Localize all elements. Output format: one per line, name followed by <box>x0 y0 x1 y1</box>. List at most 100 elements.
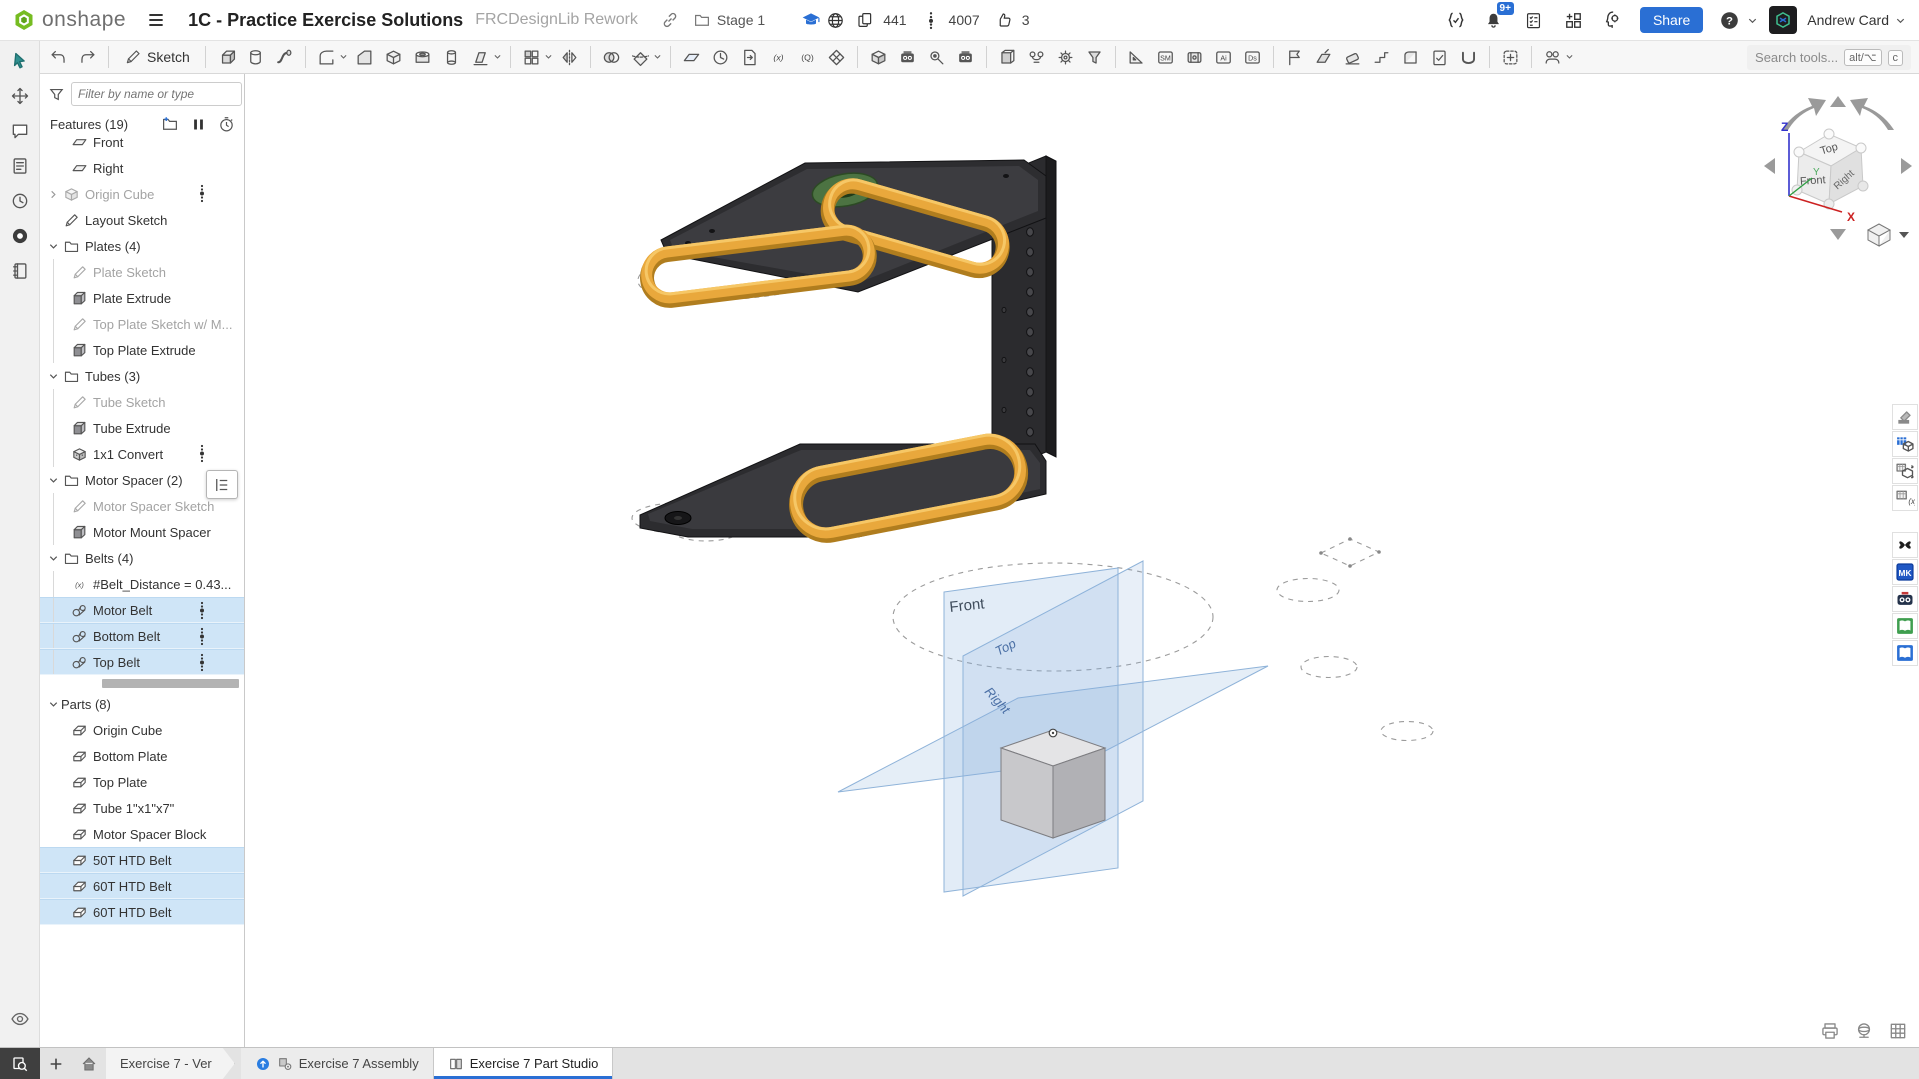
toolbar-measure-caret[interactable] <box>1565 48 1575 66</box>
app-butterfly-icon[interactable] <box>1892 532 1918 558</box>
toolbar-ai-advisor-button[interactable]: Ai <box>1210 44 1237 71</box>
tree-row[interactable]: 60T HTD Belt <box>40 873 244 899</box>
toolbar-draft-button[interactable] <box>467 44 494 71</box>
toolbar-thread-button[interactable] <box>438 44 465 71</box>
rollback-handle[interactable] <box>206 470 238 499</box>
app-library-blue-icon[interactable] <box>1892 640 1918 666</box>
tree-row[interactable]: Layout Sketch <box>40 207 244 233</box>
tree-row[interactable]: Top Belt <box>40 649 244 675</box>
thumbs-up-icon[interactable] <box>992 8 1016 32</box>
chevron-open-icon[interactable] <box>45 699 61 710</box>
chevron-open-icon[interactable] <box>45 475 61 486</box>
instances-dots-icon[interactable] <box>198 601 206 624</box>
tree-row[interactable]: Plates (4) <box>40 233 244 259</box>
toolbar-shell-button[interactable] <box>380 44 407 71</box>
toolbar-redo-button[interactable] <box>74 44 101 71</box>
notes-icon[interactable] <box>6 152 34 180</box>
toolbar-sheet-metal-model-button[interactable]: SM <box>1152 44 1179 71</box>
tree-row[interactable]: Tube Extrude <box>40 415 244 441</box>
link-icon[interactable] <box>658 8 682 32</box>
toolbar-mirror-button[interactable] <box>556 44 583 71</box>
select-cursor-icon[interactable] <box>6 47 34 75</box>
folder-icon[interactable] <box>690 8 714 32</box>
app-library-green-icon[interactable] <box>1892 613 1918 639</box>
history-icon[interactable] <box>6 187 34 215</box>
tab-exercise-7-ver[interactable]: Exercise 7 - Ver <box>106 1048 235 1079</box>
filter-funnel-icon[interactable] <box>46 82 66 106</box>
toolbar-modify-fillet-button[interactable] <box>1397 44 1424 71</box>
origin-planes[interactable] <box>838 561 1268 896</box>
rollback-bar-handle[interactable] <box>102 679 239 688</box>
tree-row[interactable]: Bottom Plate <box>40 743 244 769</box>
appearance-panel-icon[interactable] <box>1892 404 1918 430</box>
viewport-3d[interactable]: Front Top Right <box>245 74 1919 1048</box>
score-dots-icon[interactable] <box>919 8 943 32</box>
touch-visibility-icon[interactable] <box>6 1005 34 1033</box>
app-robot-icon[interactable] <box>1892 586 1918 612</box>
render-sphere-icon[interactable] <box>1853 1020 1875 1042</box>
view-mode-dropdown[interactable] <box>1868 224 1909 246</box>
chevron-closed-icon[interactable] <box>45 189 61 200</box>
toolbar-sheet-metal-button[interactable] <box>1123 44 1150 71</box>
tree-row[interactable]: Origin Cube <box>40 181 244 207</box>
tree-row[interactable]: Parts (8) <box>40 691 244 717</box>
toolbar-belt-calculator-button[interactable] <box>952 44 979 71</box>
help-icon[interactable]: ? <box>1717 8 1741 32</box>
toolbar-split-button[interactable] <box>627 44 654 71</box>
tree-row[interactable]: 60T HTD Belt <box>40 899 244 925</box>
tree-row[interactable]: Plate Sketch <box>40 259 244 285</box>
custom-tables-icon[interactable] <box>1892 458 1918 484</box>
ai-head-icon[interactable] <box>1602 8 1626 32</box>
instances-dots-icon[interactable] <box>198 444 206 467</box>
toolbar-edit-geometry-button[interactable] <box>1426 44 1453 71</box>
tab-search-button[interactable] <box>0 1048 40 1079</box>
bell-icon[interactable]: 9+ <box>1482 8 1506 32</box>
new-folder-icon[interactable] <box>160 114 180 134</box>
home-tab-button[interactable] <box>72 1048 106 1079</box>
instances-dots-icon[interactable] <box>198 184 206 207</box>
app-grid-icon[interactable] <box>1562 8 1586 32</box>
stage-label[interactable]: Stage 1 <box>717 12 765 28</box>
filter-input[interactable] <box>71 82 242 106</box>
pause-updates-icon[interactable] <box>188 114 208 134</box>
tree-row[interactable]: Top Plate Extrude <box>40 337 244 363</box>
toolbar-delete-face-button[interactable] <box>1339 44 1366 71</box>
chevron-open-icon[interactable] <box>45 371 61 382</box>
toolbar-dogbone-button[interactable] <box>1023 44 1050 71</box>
tree-row[interactable]: 50T HTD Belt <box>40 847 244 873</box>
origin-point[interactable] <box>1049 729 1057 737</box>
tree-row[interactable]: Tubes (3) <box>40 363 244 389</box>
toolbar-curve-point-button[interactable] <box>923 44 950 71</box>
toolbar-part-filter-button[interactable] <box>1081 44 1108 71</box>
toolbar-design-studio-button[interactable]: Ds <box>1239 44 1266 71</box>
instances-dots-icon[interactable] <box>198 627 206 650</box>
tree-row[interactable]: Top Plate <box>40 769 244 795</box>
origin-cube-part[interactable] <box>1001 730 1105 838</box>
toolbar-routing-button[interactable] <box>1455 44 1482 71</box>
view-cube[interactable]: Top Front Right Z X Y <box>1764 96 1912 246</box>
toolbar-primitive-cube-button[interactable] <box>865 44 892 71</box>
tree-row[interactable]: Motor Spacer Block <box>40 821 244 847</box>
configurations-icon[interactable]: (x) <box>1892 485 1918 511</box>
tree-row[interactable]: Front <box>40 138 244 155</box>
app-mkcad-icon[interactable]: MK <box>1892 559 1918 585</box>
toolbar-lattice-button[interactable] <box>823 44 850 71</box>
toolbar-chamfer-button[interactable] <box>351 44 378 71</box>
task-list-icon[interactable] <box>1522 8 1546 32</box>
globe-icon[interactable] <box>823 8 847 32</box>
tab-exercise-7-part-studio[interactable]: Exercise 7 Part Studio <box>434 1048 614 1079</box>
instances-dots-icon[interactable] <box>198 653 206 676</box>
user-avatar[interactable] <box>1769 6 1797 34</box>
copies-icon[interactable] <box>853 8 877 32</box>
toolbar-sketch-button[interactable]: Sketch <box>116 44 198 71</box>
rollback-bar[interactable] <box>40 675 244 691</box>
toolbar-undo-button[interactable] <box>45 44 72 71</box>
user-caret-icon[interactable] <box>1893 8 1907 32</box>
tree-row[interactable]: Bottom Belt <box>40 623 244 649</box>
hamburger-menu-icon[interactable] <box>144 8 168 32</box>
follow-mode-icon[interactable] <box>6 222 34 250</box>
view-cube-body[interactable] <box>1792 129 1868 209</box>
toolbar-linear-pattern-button[interactable] <box>518 44 545 71</box>
comments-icon[interactable] <box>6 117 34 145</box>
toolbar-draft-caret[interactable] <box>493 48 503 66</box>
